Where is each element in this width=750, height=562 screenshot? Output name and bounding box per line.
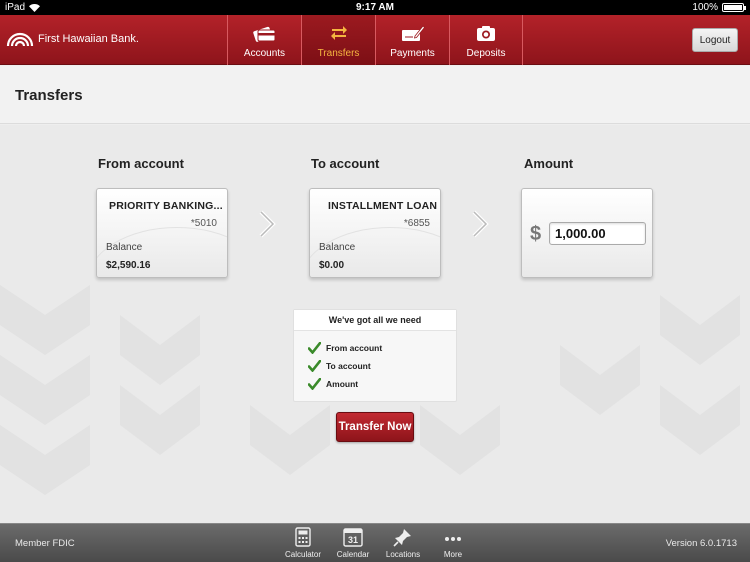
nav-label: Transfers bbox=[317, 48, 360, 59]
chevron-right-icon bbox=[472, 210, 489, 238]
tool-locations[interactable]: Locations bbox=[378, 526, 428, 559]
tool-label: Calendar bbox=[336, 550, 370, 559]
tool-more[interactable]: More bbox=[428, 526, 478, 559]
checklist-title: We've got all we need bbox=[294, 310, 456, 331]
nav-accounts[interactable]: Accounts bbox=[227, 15, 301, 65]
checklist-item-label: To account bbox=[326, 361, 371, 371]
to-account-card[interactable]: INSTALLMENT LOAN *6855 Balance $0.00 bbox=[309, 188, 441, 278]
status-bar: iPad 9:17 AM 100% bbox=[0, 0, 750, 15]
checklist-item: Amount bbox=[308, 378, 358, 390]
tool-label: Locations bbox=[385, 550, 421, 559]
bank-name: First Hawaiian Bank. bbox=[38, 33, 139, 45]
transfer-form: From account PRIORITY BANKING... *5010 B… bbox=[0, 125, 750, 523]
check-pen-icon bbox=[401, 22, 425, 44]
footer-toolbar: Member FDIC Calculator 31 Calendar Locat… bbox=[0, 523, 750, 562]
member-fdic: Member FDIC bbox=[15, 538, 75, 549]
calculator-icon bbox=[295, 526, 311, 548]
title-bar: Transfers bbox=[0, 66, 750, 124]
tool-label: More bbox=[443, 550, 463, 559]
app-header: First Hawaiian Bank. Accounts Transfers bbox=[0, 15, 750, 65]
calendar-day: 31 bbox=[348, 535, 358, 545]
battery-percent: 100% bbox=[692, 2, 718, 13]
nav-transfers[interactable]: Transfers bbox=[301, 15, 375, 65]
checklist-item: From account bbox=[308, 342, 382, 354]
amount-input[interactable] bbox=[549, 222, 646, 245]
chevron-right-icon bbox=[259, 210, 276, 238]
tool-calculator[interactable]: Calculator bbox=[278, 526, 328, 559]
transfer-now-button[interactable]: Transfer Now bbox=[336, 412, 414, 442]
rainbow-logo-icon bbox=[6, 32, 34, 46]
nav-deposits[interactable]: Deposits bbox=[449, 15, 523, 65]
calendar-icon: 31 bbox=[343, 526, 363, 548]
to-balance-label: Balance bbox=[319, 242, 356, 253]
from-balance-value: $2,590.16 bbox=[106, 260, 151, 271]
to-account-label: To account bbox=[311, 156, 380, 171]
amount-label: Amount bbox=[524, 156, 574, 171]
transfer-arrows-icon bbox=[329, 22, 349, 44]
more-dots-icon bbox=[443, 526, 463, 548]
nav-label: Accounts bbox=[243, 48, 286, 59]
tool-calendar[interactable]: 31 Calendar bbox=[328, 526, 378, 559]
status-right: 100% bbox=[692, 2, 746, 13]
checkmark-icon bbox=[308, 342, 321, 354]
page-title: Transfers bbox=[15, 87, 83, 104]
currency-symbol: $ bbox=[530, 223, 542, 245]
nav-label: Payments bbox=[390, 48, 435, 59]
bank-logo[interactable]: First Hawaiian Bank. bbox=[6, 32, 139, 46]
checklist-item-label: Amount bbox=[326, 379, 359, 389]
to-account-name: INSTALLMENT LOAN bbox=[328, 200, 438, 212]
from-account-label: From account bbox=[98, 156, 184, 171]
checklist-panel: We've got all we need From account To ac… bbox=[293, 309, 457, 402]
nav-label: Deposits bbox=[466, 48, 506, 59]
checkmark-icon bbox=[308, 378, 321, 390]
main-nav: Accounts Transfers Payments Deposits bbox=[227, 15, 523, 65]
from-account-name: PRIORITY BANKING... bbox=[109, 200, 223, 212]
from-balance-label: Balance bbox=[106, 242, 143, 253]
app-version: Version 6.0.1713 bbox=[665, 538, 737, 549]
tool-label: Calculator bbox=[284, 550, 321, 559]
nav-payments[interactable]: Payments bbox=[375, 15, 449, 65]
status-time: 9:17 AM bbox=[356, 2, 394, 13]
credit-card-icon bbox=[252, 22, 277, 44]
checklist-item: To account bbox=[308, 360, 371, 372]
footer-tools: Calculator 31 Calendar Locations More bbox=[278, 526, 478, 559]
from-account-card[interactable]: PRIORITY BANKING... *5010 Balance $2,590… bbox=[96, 188, 228, 278]
checklist-item-label: From account bbox=[326, 343, 383, 353]
checkmark-icon bbox=[308, 360, 321, 372]
to-account-number: *6855 bbox=[403, 218, 430, 229]
camera-icon bbox=[475, 22, 497, 44]
from-account-number: *5010 bbox=[190, 218, 217, 229]
battery-icon bbox=[722, 3, 746, 12]
amount-card: $ bbox=[521, 188, 653, 278]
logout-button[interactable]: Logout bbox=[692, 28, 738, 52]
to-balance-value: $0.00 bbox=[319, 260, 345, 271]
pin-icon bbox=[393, 526, 413, 548]
